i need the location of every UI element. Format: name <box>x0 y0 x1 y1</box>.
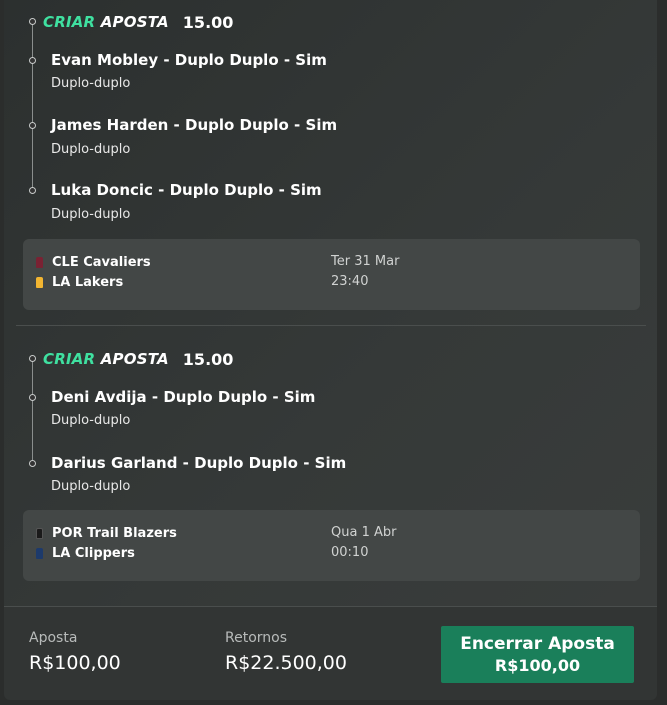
jersey-icon <box>36 257 43 268</box>
selection-market: Duplo-duplo <box>51 76 131 91</box>
bet-builder-brand: CRIAR APOSTA <box>43 13 169 31</box>
cashout-amount: R$100,00 <box>494 655 581 675</box>
jersey-icon <box>36 277 43 288</box>
stake-label: Aposta <box>29 630 78 646</box>
selection-title: Evan Mobley - Duplo Duplo - Sim <box>51 51 327 69</box>
team-name: LA Clippers <box>52 546 135 561</box>
returns-value: R$22.500,00 <box>225 652 347 674</box>
timeline-node-icon <box>29 355 36 362</box>
selection-connector-line <box>32 23 33 190</box>
match-date: Ter 31 Mar <box>331 254 400 269</box>
timeline-node-icon <box>29 57 36 64</box>
selection-market: Duplo-duplo <box>51 142 131 157</box>
away-team: LA Clippers <box>36 546 135 561</box>
team-name: CLE Cavaliers <box>52 255 151 270</box>
cashout-button[interactable]: Encerrar Aposta R$100,00 <box>441 626 634 683</box>
team-name: LA Lakers <box>52 275 124 290</box>
selection-title: Darius Garland - Duplo Duplo - Sim <box>51 454 347 472</box>
away-team: LA Lakers <box>36 275 123 290</box>
match-info-card[interactable]: CLE Cavaliers LA Lakers Ter 31 Mar 23:40 <box>23 239 640 310</box>
timeline-node-icon <box>29 18 36 25</box>
selection-title: Luka Doncic - Duplo Duplo - Sim <box>51 181 322 199</box>
bet-builder-brand: CRIAR APOSTA <box>43 350 169 368</box>
selection-title: James Harden - Duplo Duplo - Sim <box>51 116 338 134</box>
selection-market: Duplo-duplo <box>51 479 131 494</box>
selection-market: Duplo-duplo <box>51 413 131 428</box>
bet-divider <box>16 325 646 326</box>
jersey-icon <box>36 548 43 559</box>
bet-odds: 15.00 <box>182 349 234 369</box>
selection-market: Duplo-duplo <box>51 207 131 222</box>
timeline-node-icon <box>29 460 36 467</box>
team-name: POR Trail Blazers <box>52 526 177 541</box>
bet-slip-panel: CRIAR APOSTA 15.00 Evan Mobley - Duplo D… <box>4 0 657 700</box>
timeline-node-icon <box>29 394 36 401</box>
stake-value: R$100,00 <box>29 652 121 674</box>
returns-label: Retornos <box>225 630 288 646</box>
match-date: Qua 1 Abr <box>331 525 397 540</box>
cashout-label: Encerrar Aposta <box>460 633 615 654</box>
timeline-node-icon <box>29 122 36 129</box>
selection-connector-line <box>32 360 33 463</box>
match-time: 00:10 <box>331 545 369 560</box>
bet-odds: 15.00 <box>182 12 234 32</box>
bet-header: CRIAR APOSTA 15.00 <box>28 348 233 370</box>
match-info-card[interactable]: POR Trail Blazers LA Clippers Qua 1 Abr … <box>23 510 640 581</box>
timeline-node-icon <box>29 187 36 194</box>
bet-header: CRIAR APOSTA 15.00 <box>28 11 233 33</box>
home-team: POR Trail Blazers <box>36 526 177 541</box>
home-team: CLE Cavaliers <box>36 255 151 270</box>
match-time: 23:40 <box>331 274 369 289</box>
bet-slip-footer: Aposta R$100,00 Retornos R$22.500,00 Enc… <box>4 606 657 700</box>
jersey-icon <box>36 528 43 539</box>
selection-title: Deni Avdija - Duplo Duplo - Sim <box>51 388 316 406</box>
